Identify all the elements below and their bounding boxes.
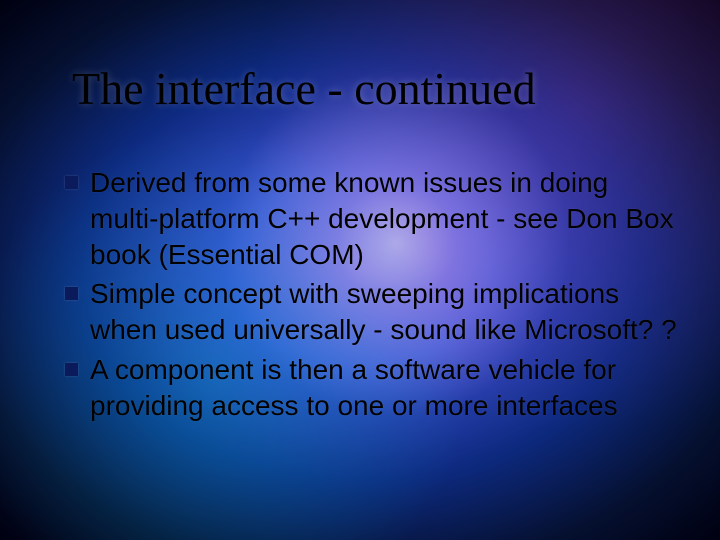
bullet-icon: [65, 287, 78, 300]
bullet-text: Simple concept with sweeping implication…: [90, 276, 680, 348]
bullet-icon: [65, 363, 78, 376]
bullet-text: Derived from some known issues in doing …: [90, 165, 680, 272]
bullet-text: A component is then a software vehicle f…: [90, 352, 680, 424]
slide: The interface - continued Derived from s…: [0, 0, 720, 540]
slide-title: The interface - continued: [72, 62, 680, 115]
bullet-icon: [65, 176, 78, 189]
slide-body: Derived from some known issues in doing …: [65, 165, 680, 428]
list-item: A component is then a software vehicle f…: [65, 352, 680, 424]
list-item: Simple concept with sweeping implication…: [65, 276, 680, 348]
list-item: Derived from some known issues in doing …: [65, 165, 680, 272]
